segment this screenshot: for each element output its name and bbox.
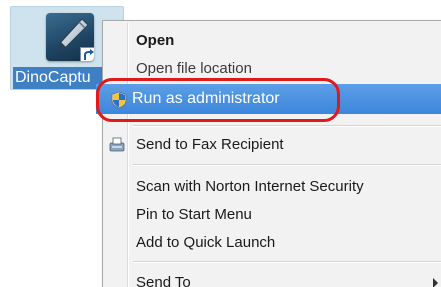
menu-item-scan-with-norton[interactable]: Scan with Norton Internet Security [103, 175, 441, 199]
menu-item-open-file-location[interactable]: Open file location [103, 57, 441, 81]
menu-item-label: Send To [136, 274, 191, 287]
menu-item-add-to-quick-launch[interactable]: Add to Quick Launch [103, 231, 441, 255]
menu-separator [133, 164, 441, 166]
menu-item-label: Open file location [136, 60, 252, 77]
fax-icon [108, 136, 126, 154]
menu-separator [133, 261, 441, 263]
menu-item-label: Pin to Start Menu [136, 206, 252, 223]
menu-item-open[interactable]: Open [103, 29, 441, 53]
dinocapture-app-icon [46, 13, 94, 61]
context-menu: Open Open file location Run as administr… [96, 20, 441, 287]
uac-shield-icon [110, 90, 128, 109]
menu-item-label: Open [136, 32, 175, 49]
menu-item-pin-to-start-menu[interactable]: Pin to Start Menu [103, 203, 441, 227]
menu-item-run-as-administrator[interactable]: Run as administrator [96, 84, 441, 114]
menu-item-label: Add to Quick Launch [136, 234, 276, 251]
menu-separator [133, 125, 441, 127]
menu-item-send-to[interactable]: Send To [103, 271, 441, 287]
menu-item-label: Send to Fax Recipient [136, 136, 284, 153]
submenu-arrow-icon [433, 278, 438, 287]
menu-item-send-to-fax-recipient[interactable]: Send to Fax Recipient [103, 133, 441, 157]
shortcut-arrow-icon [80, 47, 94, 61]
screen: DinoCaptu Open Open file location Run as… [0, 0, 441, 287]
menu-item-label: Run as administrator [132, 90, 280, 107]
menu-item-label: Scan with Norton Internet Security [136, 178, 364, 195]
